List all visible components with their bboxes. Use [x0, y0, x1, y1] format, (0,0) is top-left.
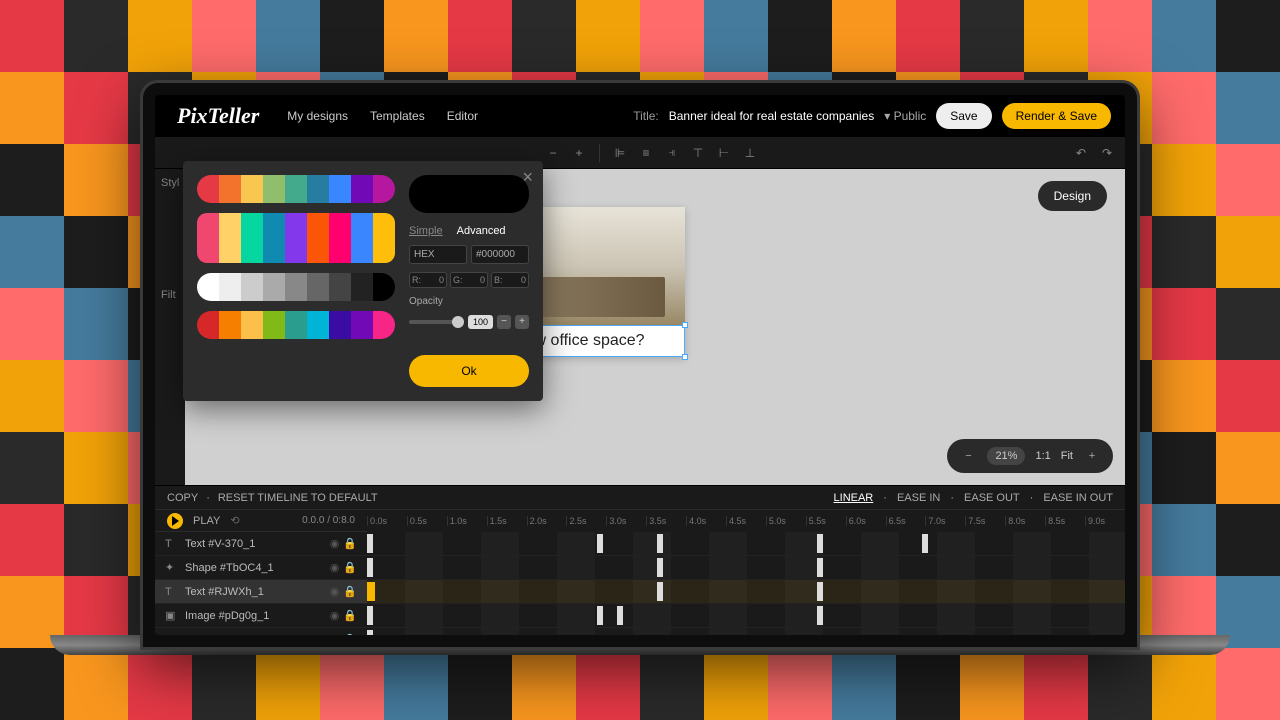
visibility-icon[interactable]: ◉	[330, 537, 340, 550]
timeline-layers: TText #V-370_1◉🔒✦Shape #TbOC4_1◉🔒TText #…	[155, 532, 367, 635]
resize-handle-br[interactable]	[682, 354, 688, 360]
timeline-ruler[interactable]: 0.0s0.5s1.0s1.5s2.0s2.5s3.0s3.5s4.0s4.5s…	[367, 510, 1125, 532]
hex-label	[409, 245, 467, 264]
zoom-ratio[interactable]: 1:1	[1035, 450, 1050, 462]
visibility-icon[interactable]: ◉	[330, 561, 340, 574]
topbar: PixTeller My designs Templates Editor Ti…	[155, 95, 1125, 137]
timeline-body: TText #V-370_1◉🔒✦Shape #TbOC4_1◉🔒TText #…	[155, 532, 1125, 635]
opacity-plus[interactable]: +	[515, 315, 529, 329]
layer-2[interactable]: TText #RJWXh_1◉🔒	[155, 580, 367, 604]
lock-icon[interactable]: 🔒	[343, 561, 357, 574]
tool-minus-icon[interactable]: −	[545, 145, 561, 161]
filter-panel-label: Filt	[161, 289, 179, 301]
easing-ease-out[interactable]: EASE OUT	[964, 492, 1020, 504]
tab-simple[interactable]: Simple	[409, 225, 443, 237]
visibility-icon[interactable]: ◉	[330, 633, 340, 635]
b-input[interactable]: B:0	[491, 272, 529, 288]
track-3[interactable]	[367, 604, 1125, 628]
color-preview	[409, 175, 529, 213]
layer-1[interactable]: ✦Shape #TbOC4_1◉🔒	[155, 556, 367, 580]
align-center-icon[interactable]: ≡	[638, 145, 654, 161]
timeline-playbar: PLAY ⟲ 0.0.0 / 0:8.0	[155, 510, 367, 532]
visibility-icon[interactable]: ◉	[330, 609, 340, 622]
align-top-icon[interactable]: ⊤	[690, 145, 706, 161]
lock-icon[interactable]: 🔒	[343, 609, 357, 622]
opacity-value[interactable]: 100	[468, 315, 493, 329]
zoom-bar: − 21% 1:1 Fit +	[947, 439, 1113, 473]
opacity-slider[interactable]	[409, 320, 464, 324]
title-label: Title:	[633, 109, 659, 123]
lock-icon[interactable]: 🔒	[343, 633, 357, 635]
opacity-minus[interactable]: −	[497, 315, 511, 329]
left-panel: Styl Filt	[155, 169, 185, 485]
timeline-time: 0.0.0 / 0:8.0	[302, 515, 355, 526]
track-1[interactable]	[367, 556, 1125, 580]
app-screen: PixTeller My designs Templates Editor Ti…	[155, 95, 1125, 635]
tool-plus-icon[interactable]: +	[571, 145, 587, 161]
hex-input[interactable]	[471, 245, 529, 264]
g-input[interactable]: G:0	[450, 272, 488, 288]
visibility-select[interactable]: ▾ Public	[884, 109, 926, 123]
nav-links: My designs Templates Editor	[287, 109, 478, 123]
swatch-row-gray[interactable]	[197, 273, 395, 301]
color-swatches	[197, 175, 395, 339]
align-left-icon[interactable]: ⊫	[612, 145, 628, 161]
title-area: Title: Banner ideal for real estate comp…	[633, 103, 1111, 129]
nav-editor[interactable]: Editor	[447, 109, 478, 123]
title-value[interactable]: Banner ideal for real estate companies	[669, 109, 874, 123]
undo-icon[interactable]: ↶	[1073, 145, 1089, 161]
save-button[interactable]: Save	[936, 103, 991, 129]
track-2[interactable]	[367, 580, 1125, 604]
logo[interactable]: PixTeller	[169, 101, 267, 131]
zoom-out-icon[interactable]: −	[959, 447, 977, 465]
zoom-fit[interactable]: Fit	[1061, 450, 1073, 462]
render-save-button[interactable]: Render & Save	[1002, 103, 1111, 129]
design-mode-pill[interactable]: Design	[1038, 181, 1107, 211]
tab-advanced[interactable]: Advanced	[457, 225, 506, 237]
redo-icon[interactable]: ↷	[1099, 145, 1115, 161]
easing-ease-in-out[interactable]: EASE IN OUT	[1043, 492, 1113, 504]
swatch-row-1[interactable]	[197, 175, 395, 203]
nav-templates[interactable]: Templates	[370, 109, 425, 123]
r-input[interactable]: R:0	[409, 272, 447, 288]
easing-ease-in[interactable]: EASE IN	[897, 492, 940, 504]
align-middle-icon[interactable]: ⊢	[716, 145, 732, 161]
timeline-reset[interactable]: RESET TIMELINE TO DEFAULT	[218, 492, 378, 504]
align-right-icon[interactable]: ⫣	[664, 145, 680, 161]
track-4[interactable]	[367, 628, 1125, 635]
layer-3[interactable]: ▣Image #pDg0g_1◉🔒	[155, 604, 367, 628]
lock-icon[interactable]: 🔒	[343, 585, 357, 598]
timeline-tracks[interactable]	[367, 532, 1125, 635]
swatch-row-2[interactable]	[197, 213, 395, 263]
align-bottom-icon[interactable]: ⊥	[742, 145, 758, 161]
zoom-in-icon[interactable]: +	[1083, 447, 1101, 465]
layer-4[interactable]: ▭Video Background◉🔒	[155, 628, 367, 635]
timeline-header: COPY · RESET TIMELINE TO DEFAULT LINEAR·…	[155, 486, 1125, 510]
nav-my-designs[interactable]: My designs	[287, 109, 348, 123]
track-0[interactable]	[367, 532, 1125, 556]
color-controls: Simple Advanced R:0 G:0 B:0 Opacity 100 …	[409, 175, 529, 339]
lock-icon[interactable]: 🔒	[343, 537, 357, 550]
swatch-row-4[interactable]	[197, 311, 395, 339]
ok-button[interactable]: Ok	[409, 355, 529, 387]
opacity-label: Opacity	[409, 296, 529, 307]
loop-icon[interactable]: ⟲	[230, 514, 239, 527]
timeline-copy[interactable]: COPY	[167, 492, 198, 504]
laptop-frame: PixTeller My designs Templates Editor Ti…	[140, 80, 1140, 650]
layer-0[interactable]: TText #V-370_1◉🔒	[155, 532, 367, 556]
close-icon[interactable]: ×	[522, 167, 533, 188]
play-label: PLAY	[193, 515, 220, 527]
main-area: Styl Filt Design FIND MY OFFICE Thinking…	[155, 169, 1125, 485]
timeline: COPY · RESET TIMELINE TO DEFAULT LINEAR·…	[155, 485, 1125, 635]
play-icon[interactable]	[167, 513, 183, 529]
zoom-value[interactable]: 21%	[987, 447, 1025, 465]
visibility-icon[interactable]: ◉	[330, 585, 340, 598]
resize-handle-tr[interactable]	[682, 322, 688, 328]
easing-linear[interactable]: LINEAR	[834, 492, 874, 504]
style-panel-label: Styl	[161, 177, 179, 189]
color-picker-popup: × Simple Advanced R:0	[183, 161, 543, 401]
